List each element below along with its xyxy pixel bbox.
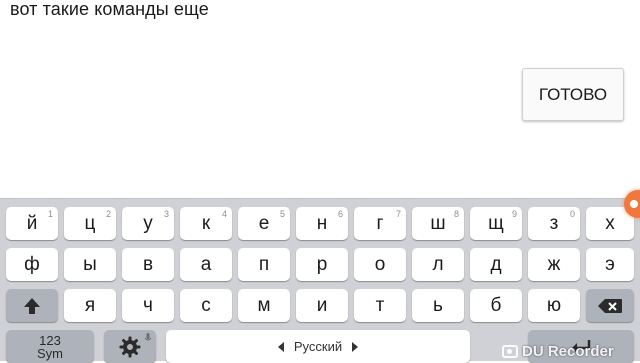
key-label: х: [605, 212, 615, 234]
key-й[interactable]: й1: [6, 207, 58, 240]
key-ц[interactable]: ц2: [64, 207, 116, 240]
key-в[interactable]: в: [122, 248, 174, 281]
gear-icon: [119, 336, 141, 357]
key-label: ч: [143, 294, 153, 316]
key-э[interactable]: э: [586, 248, 634, 281]
key-label: й: [26, 212, 38, 234]
key-т[interactable]: т: [354, 289, 406, 322]
key-и[interactable]: и: [296, 289, 348, 322]
symbols-label-top: 123: [39, 332, 61, 348]
text-input-area[interactable]: вот такие команды еще ГОТОВО: [0, 0, 640, 200]
key-label: о: [374, 253, 386, 275]
on-screen-keyboard: й1 ц2 у3 к4 е5 н6 г7 ш8 щ9 з0 х ф ы в а …: [0, 198, 640, 363]
key-label: к: [201, 212, 211, 234]
key-г[interactable]: г7: [354, 207, 406, 240]
key-ь[interactable]: ь: [412, 289, 464, 322]
key-hint: 6: [337, 209, 343, 219]
key-з[interactable]: з0: [528, 207, 580, 240]
key-label: ш: [430, 212, 446, 234]
key-label: ы: [83, 253, 97, 275]
key-д[interactable]: д: [470, 248, 522, 281]
settings-key[interactable]: [104, 330, 156, 363]
key-label: и: [316, 294, 328, 316]
chevron-left-icon: [277, 341, 284, 352]
key-label: а: [200, 253, 212, 275]
shift-key[interactable]: [6, 289, 58, 322]
key-п[interactable]: п: [238, 248, 290, 281]
key-label: ц: [84, 212, 96, 234]
watermark-text: DU Recorder: [522, 342, 614, 360]
key-hint: 5: [279, 209, 285, 219]
key-hint: 7: [395, 209, 401, 219]
key-label: з: [549, 212, 559, 234]
key-р[interactable]: р: [296, 248, 348, 281]
key-ы[interactable]: ы: [64, 248, 116, 281]
key-щ[interactable]: щ9: [470, 207, 522, 240]
key-hint: 9: [511, 209, 517, 219]
key-label: я: [84, 294, 96, 316]
key-label: э: [605, 253, 615, 275]
done-button[interactable]: ГОТОВО: [522, 68, 624, 121]
language-label: Русский: [293, 339, 343, 354]
backspace-key[interactable]: [586, 289, 634, 322]
key-label: д: [490, 253, 502, 275]
key-с[interactable]: с: [180, 289, 232, 322]
spacebar-key[interactable]: Русский: [166, 330, 470, 363]
key-л[interactable]: л: [412, 248, 464, 281]
backspace-icon: [598, 298, 622, 313]
key-label: с: [201, 294, 211, 316]
key-label: ь: [433, 294, 443, 316]
key-м[interactable]: м: [238, 289, 290, 322]
key-label: у: [143, 212, 153, 234]
key-label: б: [490, 294, 502, 316]
key-label: н: [316, 212, 328, 234]
symbols-key[interactable]: 123 Sym: [6, 330, 94, 363]
key-label: г: [376, 212, 384, 234]
key-ш[interactable]: ш8: [412, 207, 464, 240]
key-е[interactable]: е5: [238, 207, 290, 240]
shift-arrow-icon: [24, 297, 40, 314]
key-label: ю: [546, 294, 562, 316]
chevron-right-icon: [352, 341, 359, 352]
key-я[interactable]: я: [64, 289, 116, 322]
key-label: л: [432, 253, 444, 275]
typed-text[interactable]: вот такие команды еще: [10, 0, 209, 20]
key-hint: 4: [221, 209, 227, 219]
key-hint: 1: [47, 209, 53, 219]
key-hint: 2: [105, 209, 111, 219]
symbols-label-bottom: Sym: [37, 345, 63, 361]
key-hint: 3: [163, 209, 169, 219]
key-hint: 8: [453, 209, 459, 219]
key-н[interactable]: н6: [296, 207, 348, 240]
key-у[interactable]: у3: [122, 207, 174, 240]
key-label: в: [142, 253, 154, 275]
language-switch: Русский: [277, 339, 359, 354]
key-label: е: [258, 212, 270, 234]
key-ф[interactable]: ф: [6, 248, 58, 281]
key-label: ж: [547, 253, 561, 275]
key-а[interactable]: а: [180, 248, 232, 281]
key-hint: 0: [569, 209, 575, 219]
key-label: ф: [24, 253, 40, 275]
key-label: т: [375, 294, 385, 316]
key-ч[interactable]: ч: [122, 289, 174, 322]
key-label: р: [316, 253, 328, 275]
key-label: п: [258, 253, 270, 275]
recorder-watermark: DU Recorder: [502, 340, 614, 362]
key-label: м: [257, 294, 271, 316]
key-б[interactable]: б: [470, 289, 522, 322]
key-к[interactable]: к4: [180, 207, 232, 240]
key-ж[interactable]: ж: [528, 248, 580, 281]
key-о[interactable]: о: [354, 248, 406, 281]
key-ю[interactable]: ю: [528, 289, 580, 322]
key-label: щ: [488, 212, 504, 234]
camera-icon: [502, 344, 518, 358]
microphone-icon: [144, 333, 152, 341]
